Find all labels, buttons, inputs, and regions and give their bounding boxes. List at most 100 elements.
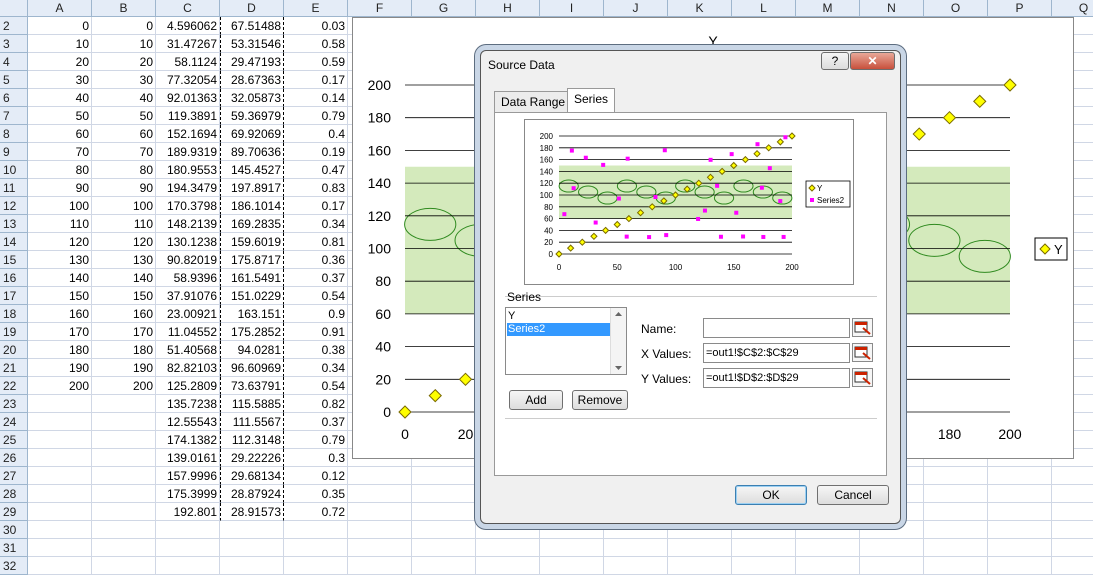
cell[interactable]: 40 xyxy=(92,89,156,107)
cell[interactable] xyxy=(668,557,732,575)
cell[interactable]: 90 xyxy=(92,179,156,197)
cell[interactable]: 50 xyxy=(92,107,156,125)
cell[interactable]: 0.34 xyxy=(284,359,348,377)
cell[interactable]: 0.9 xyxy=(284,305,348,323)
row-header[interactable]: 30 xyxy=(0,521,28,539)
cancel-button[interactable]: Cancel xyxy=(817,485,889,505)
xvalues-range-selector-button[interactable] xyxy=(852,343,873,362)
cell[interactable]: 115.5885 xyxy=(220,395,284,413)
cell[interactable]: 140 xyxy=(28,269,92,287)
cell[interactable]: 0.12 xyxy=(284,467,348,485)
cell[interactable] xyxy=(1052,539,1093,557)
cell[interactable]: 111.5567 xyxy=(220,413,284,431)
cell[interactable]: 0.47 xyxy=(284,161,348,179)
cell[interactable]: 175.2852 xyxy=(220,323,284,341)
row-header[interactable]: 11 xyxy=(0,179,28,197)
column-header[interactable]: O xyxy=(924,0,988,17)
cell[interactable]: 28.91573 xyxy=(220,503,284,521)
cell[interactable] xyxy=(28,467,92,485)
cell[interactable]: 51.40568 xyxy=(156,341,220,359)
cell[interactable]: 30 xyxy=(92,71,156,89)
cell[interactable]: 92.01363 xyxy=(156,89,220,107)
cell[interactable]: 90 xyxy=(28,179,92,197)
cell[interactable]: 31.47267 xyxy=(156,35,220,53)
column-header[interactable]: K xyxy=(668,0,732,17)
cell[interactable]: 170 xyxy=(28,323,92,341)
cell[interactable] xyxy=(1052,485,1093,503)
cell[interactable]: 192.801 xyxy=(156,503,220,521)
cell[interactable]: 29.22226 xyxy=(220,449,284,467)
cell[interactable]: 32.05873 xyxy=(220,89,284,107)
cell[interactable] xyxy=(412,557,476,575)
column-header[interactable]: B xyxy=(92,0,156,17)
row-header[interactable]: 20 xyxy=(0,341,28,359)
cell[interactable] xyxy=(92,467,156,485)
cell[interactable]: 130.1238 xyxy=(156,233,220,251)
cell[interactable]: 160 xyxy=(28,305,92,323)
row-header[interactable]: 5 xyxy=(0,71,28,89)
cell[interactable]: 157.9996 xyxy=(156,467,220,485)
cell[interactable]: 110 xyxy=(28,215,92,233)
cell[interactable]: 59.36979 xyxy=(220,107,284,125)
column-header[interactable]: F xyxy=(348,0,412,17)
cell[interactable]: 0 xyxy=(28,17,92,35)
cell[interactable]: 139.0161 xyxy=(156,449,220,467)
cell[interactable]: 94.0281 xyxy=(220,341,284,359)
yvalues-field[interactable]: =out1!$D$2:$D$29 xyxy=(703,368,850,388)
name-range-selector-button[interactable] xyxy=(852,318,873,337)
cell[interactable]: 53.31546 xyxy=(220,35,284,53)
cell[interactable]: 0.54 xyxy=(284,377,348,395)
cell[interactable]: 40 xyxy=(28,89,92,107)
cell[interactable]: 0.3 xyxy=(284,449,348,467)
cell[interactable]: 28.87924 xyxy=(220,485,284,503)
column-header[interactable]: I xyxy=(540,0,604,17)
cell[interactable]: 0.79 xyxy=(284,431,348,449)
series-list-item-series2[interactable]: Series2 xyxy=(507,323,611,336)
cell[interactable] xyxy=(92,413,156,431)
cell[interactable]: 0.03 xyxy=(284,17,348,35)
cell[interactable] xyxy=(348,557,412,575)
row-header[interactable]: 23 xyxy=(0,395,28,413)
cell[interactable]: 151.0229 xyxy=(220,287,284,305)
cell[interactable]: 10 xyxy=(92,35,156,53)
cell[interactable]: 20 xyxy=(28,53,92,71)
cell[interactable]: 0.19 xyxy=(284,143,348,161)
cell[interactable]: 0.58 xyxy=(284,35,348,53)
row-header[interactable]: 32 xyxy=(0,557,28,575)
cell[interactable]: 90.82019 xyxy=(156,251,220,269)
cell[interactable] xyxy=(924,467,988,485)
cell[interactable]: 170.3798 xyxy=(156,197,220,215)
cell[interactable]: 189.9319 xyxy=(156,143,220,161)
row-header[interactable]: 14 xyxy=(0,233,28,251)
cell[interactable]: 125.2809 xyxy=(156,377,220,395)
series-list-scrollbar[interactable] xyxy=(610,308,626,374)
cell[interactable] xyxy=(220,557,284,575)
column-header[interactable]: N xyxy=(860,0,924,17)
series-list[interactable]: Y Series2 xyxy=(505,307,627,375)
cell[interactable]: 70 xyxy=(28,143,92,161)
cell[interactable] xyxy=(988,503,1052,521)
cell[interactable]: 69.92069 xyxy=(220,125,284,143)
row-header[interactable]: 8 xyxy=(0,125,28,143)
cell[interactable]: 0.14 xyxy=(284,89,348,107)
row-header[interactable]: 27 xyxy=(0,467,28,485)
cell[interactable]: 148.2139 xyxy=(156,215,220,233)
cell[interactable]: 175.8717 xyxy=(220,251,284,269)
ok-button[interactable]: OK xyxy=(735,485,807,505)
cell[interactable] xyxy=(92,503,156,521)
row-header[interactable]: 12 xyxy=(0,197,28,215)
row-header[interactable]: 26 xyxy=(0,449,28,467)
cell[interactable]: 0.37 xyxy=(284,269,348,287)
xvalues-field[interactable]: =out1!$C$2:$C$29 xyxy=(703,343,850,363)
cell[interactable]: 186.1014 xyxy=(220,197,284,215)
cell[interactable]: 0.82 xyxy=(284,395,348,413)
row-header[interactable]: 29 xyxy=(0,503,28,521)
cell[interactable] xyxy=(28,539,92,557)
column-header[interactable]: M xyxy=(796,0,860,17)
cell[interactable] xyxy=(1052,557,1093,575)
cell[interactable] xyxy=(412,539,476,557)
cell[interactable]: 175.3999 xyxy=(156,485,220,503)
cell[interactable]: 67.51488 xyxy=(220,17,284,35)
cell[interactable] xyxy=(348,485,412,503)
cell[interactable]: 130 xyxy=(28,251,92,269)
